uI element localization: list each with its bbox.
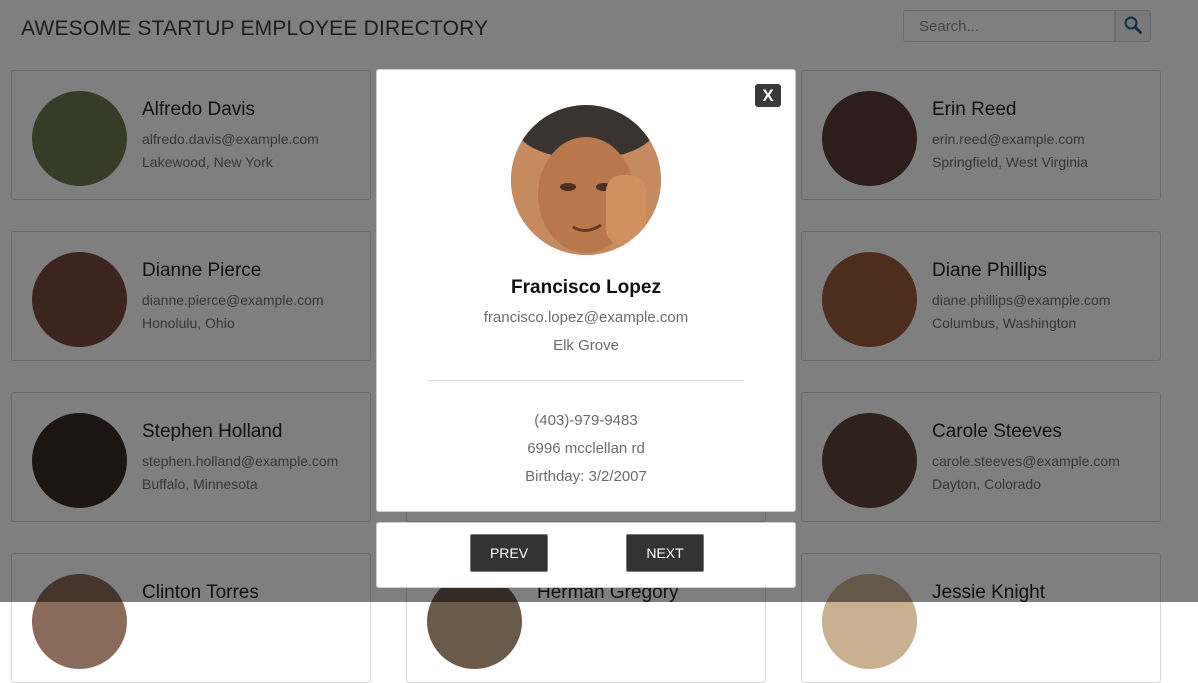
prev-button[interactable]: PREV	[470, 534, 548, 572]
modal-city: Elk Grove	[553, 337, 619, 354]
modal-phone: (403)-979-9483	[534, 412, 638, 429]
modal-birthday: Birthday: 3/2/2007	[525, 468, 647, 485]
modal-navigation: PREV NEXT	[376, 522, 796, 588]
modal-address: 6996 mcclellan rd	[527, 440, 645, 457]
close-button[interactable]: X	[755, 84, 781, 107]
next-button[interactable]: NEXT	[626, 534, 704, 572]
person-photo-icon	[511, 105, 661, 255]
modal-avatar	[511, 105, 661, 255]
modal-email: francisco.lopez@example.com	[483, 309, 689, 326]
modal-name: Francisco Lopez	[511, 277, 661, 298]
divider	[428, 380, 744, 381]
employee-modal: X Francisco Lopez francisco.lopez@exampl…	[376, 69, 796, 512]
